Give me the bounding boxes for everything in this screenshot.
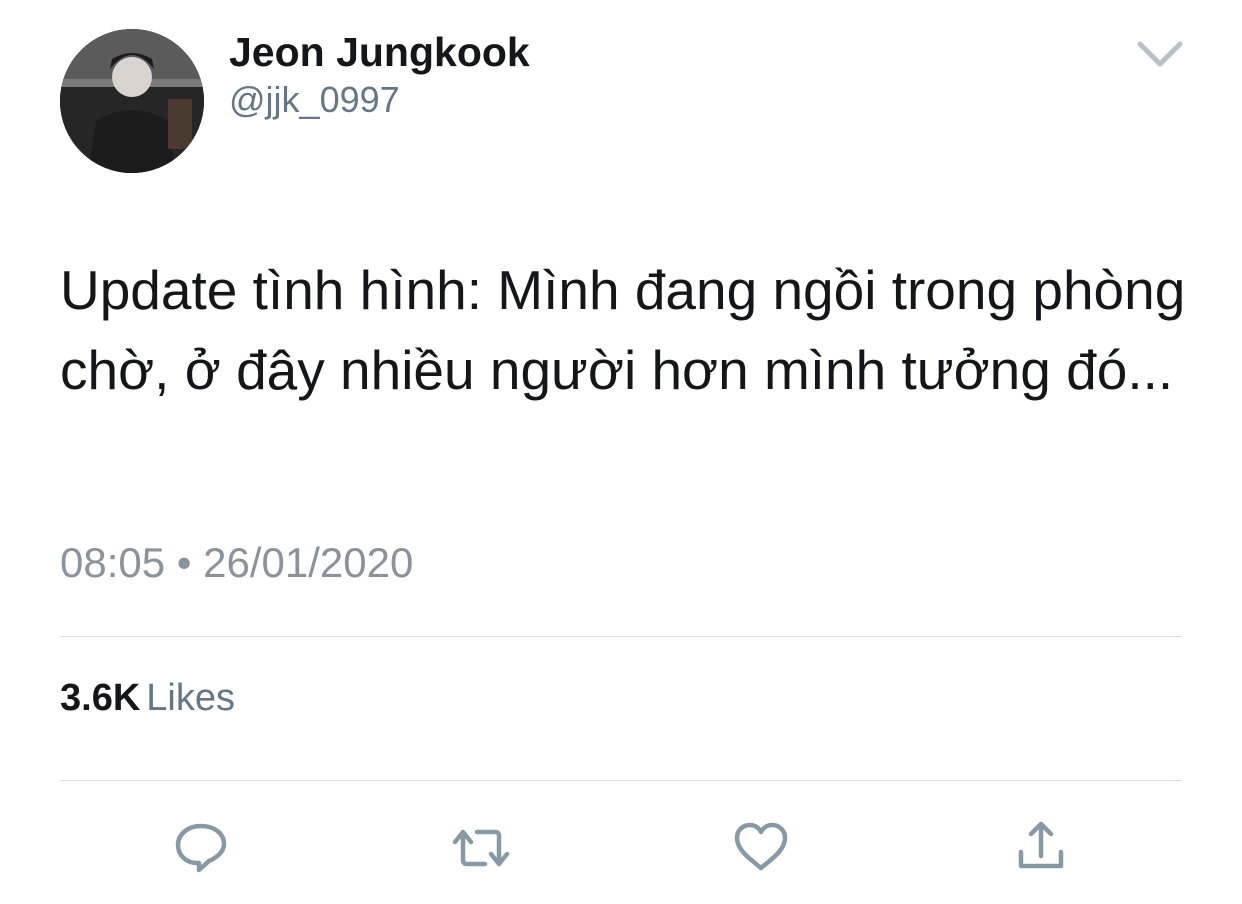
divider [60,780,1182,781]
share-icon[interactable] [1011,818,1071,878]
heart-icon[interactable] [731,818,791,878]
avatar-photo [60,29,204,173]
likes-stat[interactable]: 3.6K Likes [60,676,235,720]
handle[interactable]: @jjk_0997 [229,80,400,120]
divider [60,636,1182,637]
chevron-down-icon[interactable] [1132,34,1188,74]
likes-count: 3.6K [60,677,141,719]
likes-label: Likes [146,677,235,719]
display-name[interactable]: Jeon Jungkook [229,29,530,75]
avatar[interactable] [60,29,204,173]
timestamp[interactable]: 08:05 • 26/01/2020 [60,538,413,588]
tweet-text: Update tình hình: Mình đang ngồi trong p… [60,259,1186,401]
retweet-icon[interactable] [451,818,511,878]
reply-icon[interactable] [171,818,231,878]
